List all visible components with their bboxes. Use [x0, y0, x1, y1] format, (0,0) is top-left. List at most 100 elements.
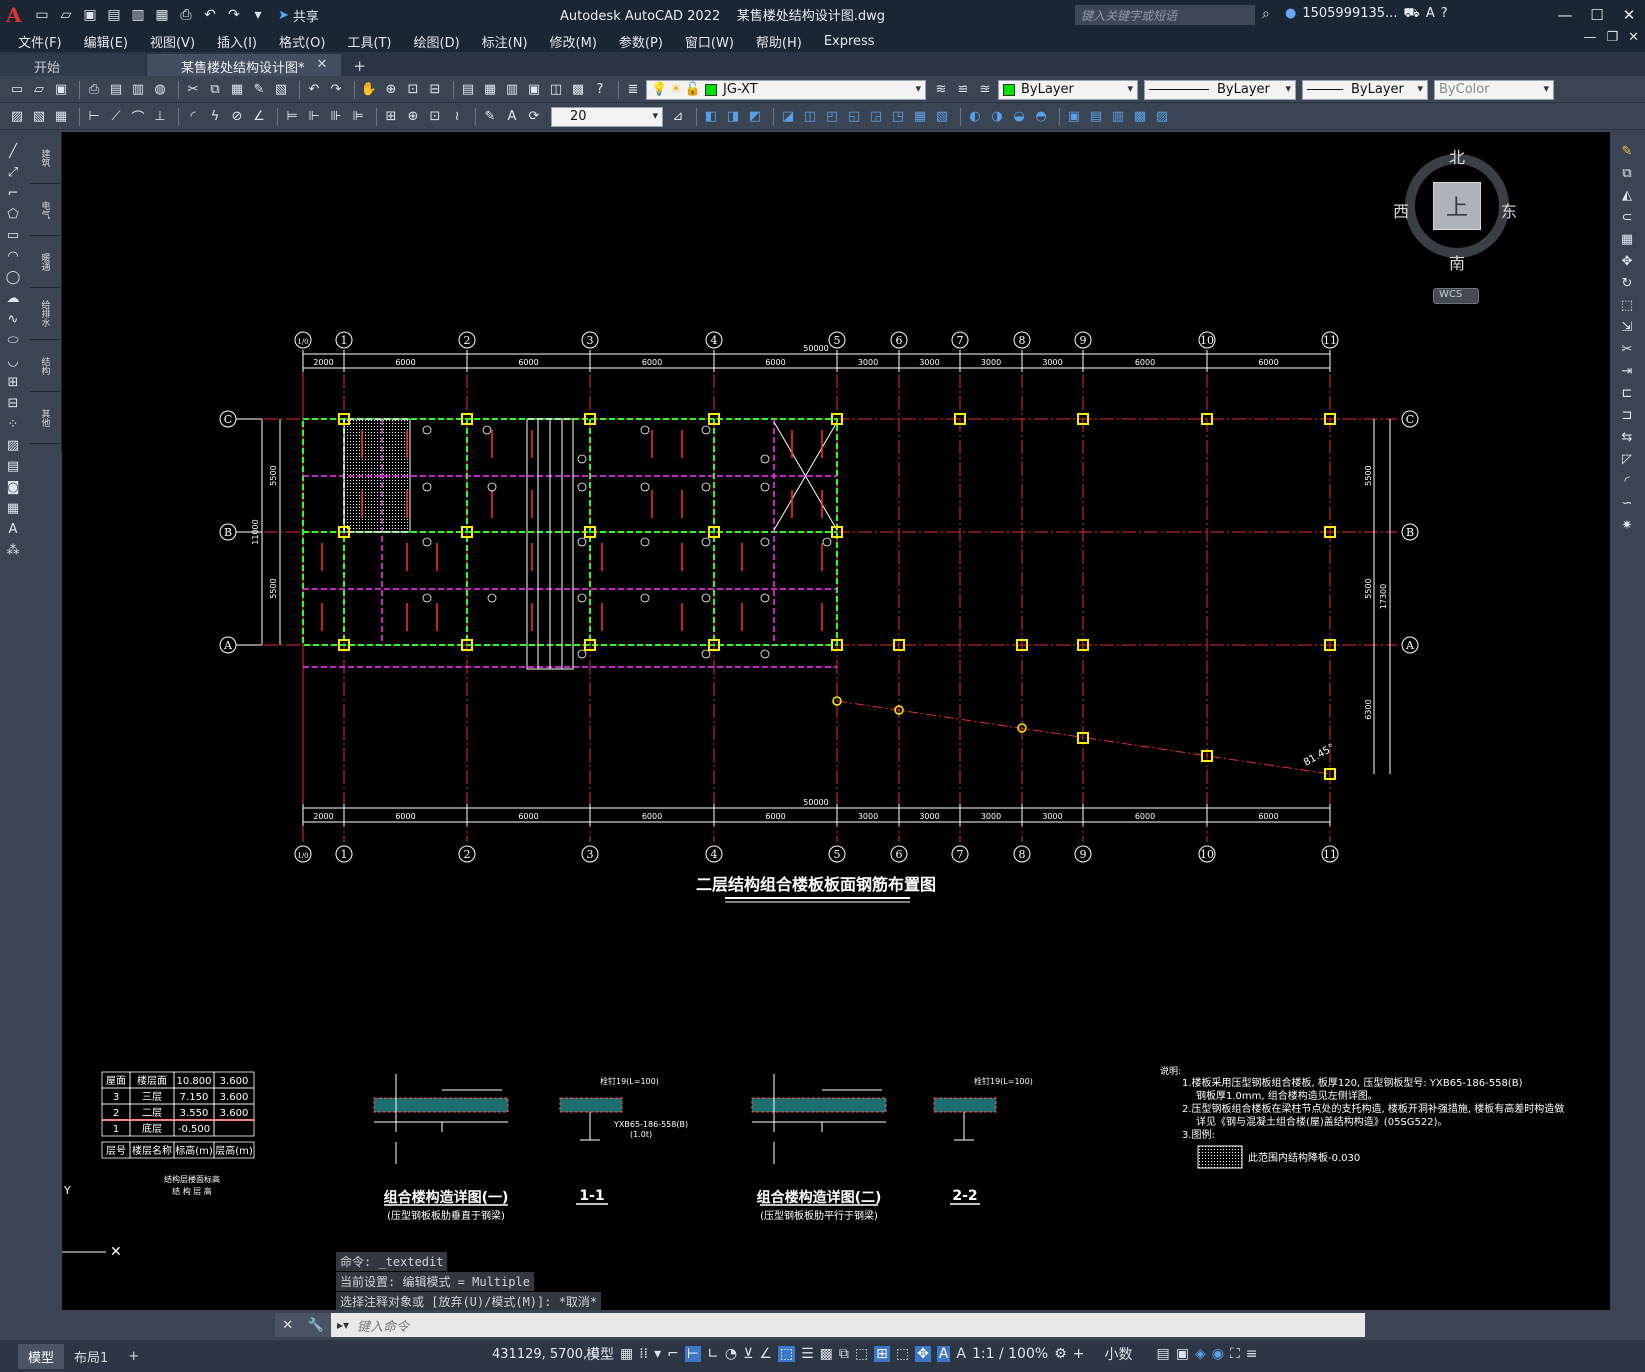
hatch-icon[interactable]: ▨: [4, 436, 22, 454]
lineweight-icon[interactable]: ☰: [801, 1346, 814, 1362]
workspace-icon[interactable]: ⚙: [1054, 1346, 1067, 1362]
palette-tab-3[interactable]: 暖通: [30, 236, 60, 288]
customize-dropdown-icon[interactable]: ▾: [248, 5, 268, 25]
tab-drawing[interactable]: 某售楼处结构设计图* ✕: [147, 54, 342, 76]
quick-properties-icon[interactable]: ▤: [1156, 1346, 1169, 1362]
scale-icon[interactable]: ⬚: [1618, 296, 1636, 314]
layer-previous-icon[interactable]: ≌: [954, 81, 972, 99]
join-icon[interactable]: ⇆: [1618, 428, 1636, 446]
save-icon[interactable]: ▣: [52, 81, 70, 99]
help-icon[interactable]: ?: [591, 81, 609, 99]
annomonitor-icon[interactable]: +: [1073, 1346, 1085, 1362]
line-icon[interactable]: ╱: [4, 142, 22, 160]
close-tab-icon[interactable]: ✕: [317, 57, 328, 76]
zoom-previous-icon[interactable]: ⊟: [426, 81, 444, 99]
ucs-world-icon[interactable]: ▤: [1087, 108, 1105, 126]
gizmo-icon[interactable]: ✥: [915, 1346, 931, 1362]
break-icon[interactable]: ⊐: [1618, 406, 1636, 424]
dim-space-icon[interactable]: ⊫: [349, 108, 367, 126]
3d-cone-icon[interactable]: ◩: [746, 108, 764, 126]
wcs-menu[interactable]: WCS: [1433, 288, 1479, 304]
slice-icon[interactable]: ◳: [889, 108, 907, 126]
menu-window[interactable]: 窗口(W): [685, 32, 734, 51]
rectangle-icon[interactable]: ▭: [4, 226, 22, 244]
linear-dim-icon[interactable]: ⊢: [85, 108, 103, 126]
revision-cloud-icon[interactable]: ☁: [4, 289, 22, 307]
menu-tools[interactable]: 工具(T): [347, 32, 391, 51]
section-icon[interactable]: ▦: [911, 108, 929, 126]
zoom-window-icon[interactable]: ⊡: [404, 81, 422, 99]
sheet-set-icon[interactable]: ▣: [525, 81, 543, 99]
cart-icon[interactable]: ⛟: [1403, 6, 1419, 23]
palette-tab-4[interactable]: 给排水: [30, 288, 60, 340]
linetype-dropdown[interactable]: ByLayer ▾: [1144, 79, 1296, 100]
color-dropdown[interactable]: ByLayer ▾: [998, 79, 1138, 100]
tab-model[interactable]: 模型: [18, 1343, 65, 1369]
viewcube[interactable]: 上 北 南 西 东 WCS: [1393, 142, 1517, 312]
3d-box-icon[interactable]: ◧: [702, 108, 720, 126]
plotstyle-dropdown[interactable]: ByColor ▾: [1434, 79, 1554, 100]
quick-dim-icon[interactable]: ⊨: [283, 108, 301, 126]
sweep-icon[interactable]: ◒: [1010, 108, 1028, 126]
layer-tool3-icon[interactable]: ▦: [52, 108, 70, 126]
palette-tab-2[interactable]: 电气: [30, 184, 60, 236]
annotation-scale[interactable]: 1:1 / 100%: [972, 1346, 1048, 1362]
mtext-icon[interactable]: A: [4, 520, 22, 538]
radius-dim-icon[interactable]: ◜: [184, 108, 202, 126]
save-icon[interactable]: ▣: [80, 5, 100, 25]
open-icon[interactable]: ▱: [30, 81, 48, 99]
copy-object-icon[interactable]: ⧉: [1618, 164, 1636, 182]
move-icon[interactable]: ✥: [1618, 252, 1636, 270]
tool-palettes-icon[interactable]: ▥: [503, 81, 521, 99]
menu-insert[interactable]: 插入(I): [217, 32, 257, 51]
ortho-icon[interactable]: ∟: [707, 1346, 719, 1362]
hardware-acceleration-icon[interactable]: ◉: [1212, 1346, 1224, 1362]
baseline-dim-icon[interactable]: ⊩: [305, 108, 323, 126]
explode-icon[interactable]: ✷: [1618, 516, 1636, 534]
object-snap-icon[interactable]: ⬚: [777, 1346, 796, 1362]
loft-icon[interactable]: ◓: [1032, 108, 1050, 126]
dim-scale-dropdown[interactable]: 20 ▾: [551, 106, 663, 127]
array-icon[interactable]: ▦: [1618, 230, 1636, 248]
undo-icon[interactable]: ↶: [200, 5, 220, 25]
isodraft-icon[interactable]: ⊻: [743, 1346, 753, 1362]
viewcube-east[interactable]: 东: [1501, 198, 1517, 222]
dynamic-input-icon[interactable]: ⊢: [684, 1346, 702, 1362]
doc-minimize-icon[interactable]: —: [1583, 30, 1596, 45]
ellipse-arc-icon[interactable]: ◡: [4, 352, 22, 370]
angular-dim-icon[interactable]: ∠: [250, 108, 268, 126]
calculator-icon[interactable]: ▩: [569, 81, 587, 99]
new-tab-button[interactable]: +: [343, 54, 376, 76]
revolve-icon[interactable]: ◫: [801, 108, 819, 126]
new-icon[interactable]: ▭: [8, 81, 26, 99]
extrude-icon[interactable]: ◪: [779, 108, 797, 126]
gradient-icon[interactable]: ▤: [4, 457, 22, 475]
search-icon[interactable]: ⌕: [1262, 6, 1270, 22]
region-icon[interactable]: ◙: [4, 478, 22, 496]
command-prompt-icon[interactable]: ▸▾: [331, 1318, 349, 1332]
open-icon[interactable]: ▱: [56, 5, 76, 25]
circle-icon[interactable]: ◯: [4, 268, 22, 286]
paste-icon[interactable]: ▦: [228, 81, 246, 99]
insert-block-icon[interactable]: ⊞: [4, 373, 22, 391]
tab-layout1[interactable]: 布局1: [64, 1344, 118, 1369]
add-layout-button[interactable]: +: [118, 1346, 149, 1367]
stretch-icon[interactable]: ⇲: [1618, 318, 1636, 336]
dim-update-icon[interactable]: ⟳: [525, 108, 543, 126]
layer-tool2-icon[interactable]: ▧: [30, 108, 48, 126]
viewcube-face[interactable]: 上: [1433, 182, 1481, 230]
layer-dropdown[interactable]: 💡 ☀ 🔓 JG-XT ▾: [646, 79, 926, 100]
menu-express[interactable]: Express: [824, 34, 875, 49]
arc-icon[interactable]: ◠: [4, 247, 22, 265]
3d-cylinder-icon[interactable]: ◨: [724, 108, 742, 126]
customize-icon[interactable]: 🔧: [308, 1318, 324, 1333]
polygon-icon[interactable]: ⬠: [4, 205, 22, 223]
menu-edit[interactable]: 编辑(E): [84, 32, 128, 51]
layer-properties-icon[interactable]: ≣: [624, 81, 642, 99]
units-dropdown[interactable]: 小数: [1104, 1344, 1132, 1364]
block-editor-icon[interactable]: ▧: [272, 81, 290, 99]
cut-icon[interactable]: ✂: [184, 81, 202, 99]
interfere-icon[interactable]: ▧: [933, 108, 951, 126]
extend-icon[interactable]: ⇥: [1618, 362, 1636, 380]
menu-view[interactable]: 视图(V): [150, 32, 195, 51]
